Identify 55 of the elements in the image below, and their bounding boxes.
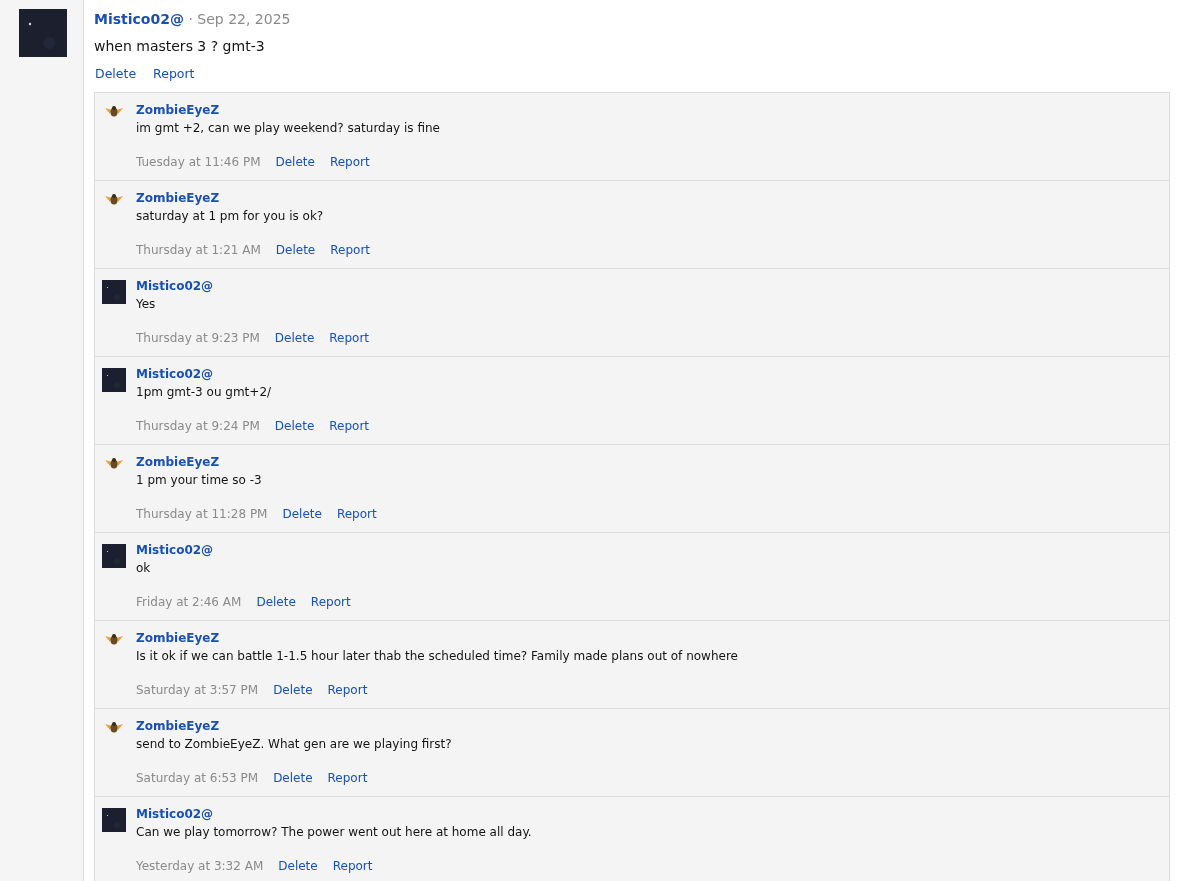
delete-link[interactable]: Delete xyxy=(275,241,316,259)
comment-author[interactable]: ZombieEyeZ xyxy=(136,189,371,207)
comment-text: send to ZombieEyeZ. What gen are we playing first? xyxy=(136,736,452,753)
comment-text: saturday at 1 pm for you is ok? xyxy=(136,208,325,225)
comment-text: 1pm gmt-3 ou gmt+2/ xyxy=(136,384,273,401)
comment-text: Yes xyxy=(136,296,157,313)
report-link[interactable]: Report xyxy=(330,241,371,259)
post-text: when masters 3 ? gmt-3 xyxy=(94,37,266,56)
comment-time: Saturday at 6:53 PM xyxy=(136,770,259,787)
delete-link[interactable]: Delete xyxy=(274,417,315,435)
comment-author[interactable]: ZombieEyeZ xyxy=(136,101,440,119)
report-link[interactable]: Report xyxy=(153,65,195,83)
comment-time: Thursday at 9:23 PM xyxy=(136,330,260,347)
comment-time: Saturday at 3:57 PM xyxy=(136,682,259,699)
comment-time: Tuesday at 11:46 PM xyxy=(136,154,261,171)
delete-link[interactable]: Delete xyxy=(273,681,313,699)
comment-text: Can we play tomorrow? The power went out here at home all day. xyxy=(136,824,532,841)
comment-author[interactable]: Mistico02@ xyxy=(136,277,370,295)
report-link[interactable]: Report xyxy=(336,505,377,523)
bee-icon[interactable] xyxy=(104,456,124,470)
comment-time: Thursday at 11:28 PM xyxy=(136,506,268,523)
comment-time: Thursday at 9:24 PM xyxy=(136,418,260,435)
bee-icon[interactable] xyxy=(104,720,124,734)
report-link[interactable]: Report xyxy=(329,329,370,347)
bee-icon[interactable] xyxy=(104,192,124,206)
comment-text: Is it ok if we can battle 1-1.5 hour later thab the scheduled time? Family made plans out of nowhere xyxy=(136,648,738,665)
comment-author[interactable]: Mistico02@ xyxy=(136,805,532,823)
delete-link[interactable]: Delete xyxy=(256,593,296,611)
comment-author[interactable]: Mistico02@ xyxy=(136,541,351,559)
bee-icon[interactable] xyxy=(104,104,124,118)
report-link[interactable]: Report xyxy=(329,153,370,171)
comment-author[interactable]: Mistico02@ xyxy=(136,365,370,383)
comment-text: ok xyxy=(136,560,152,577)
report-link[interactable]: Report xyxy=(329,417,370,435)
comment-author[interactable]: ZombieEyeZ xyxy=(136,717,452,735)
delete-link[interactable]: Delete xyxy=(95,65,137,83)
comment-time: Thursday at 1:21 AM xyxy=(136,242,261,259)
comment-author[interactable]: ZombieEyeZ xyxy=(136,453,377,471)
comment-text: 1 pm your time so -3 xyxy=(136,472,263,489)
comment-time: Yesterday at 3:32 AM xyxy=(136,858,264,875)
report-link[interactable]: Report xyxy=(332,857,373,875)
delete-link[interactable]: Delete xyxy=(282,505,322,523)
delete-link[interactable]: Delete xyxy=(275,153,315,171)
comment-author[interactable]: ZombieEyeZ xyxy=(136,629,738,647)
report-link[interactable]: Report xyxy=(327,769,368,787)
delete-link[interactable]: Delete xyxy=(274,329,315,347)
post-author[interactable]: Mistico02@ xyxy=(94,11,184,27)
bee-icon[interactable] xyxy=(104,632,124,646)
comment-time: Friday at 2:46 AM xyxy=(136,594,242,611)
report-link[interactable]: Report xyxy=(327,681,368,699)
comment-text: im gmt +2, can we play weekend? saturday is fine xyxy=(136,120,440,137)
delete-link[interactable]: Delete xyxy=(273,769,313,787)
post-date: · Sep 22, 2025 xyxy=(188,11,291,27)
delete-link[interactable]: Delete xyxy=(278,857,318,875)
report-link[interactable]: Report xyxy=(310,593,351,611)
